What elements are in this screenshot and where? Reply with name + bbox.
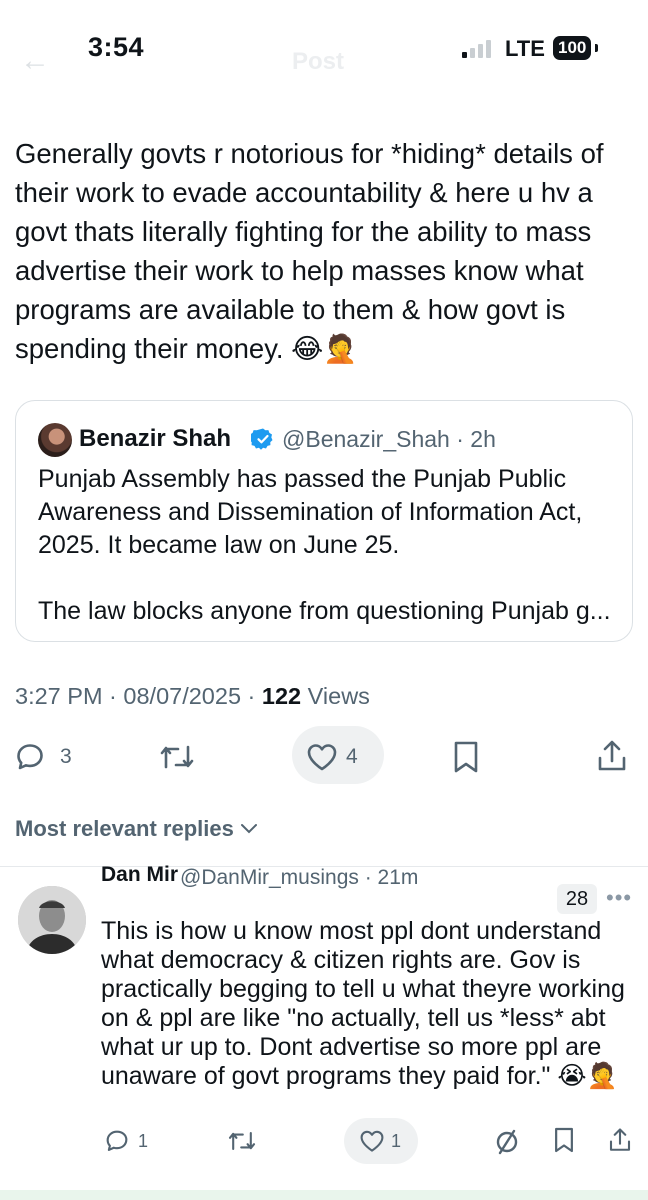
- chevron-down-icon: [240, 824, 257, 834]
- like-button[interactable]: 4: [306, 742, 358, 772]
- quoted-author-handle: @Benazir_Shah · 2h: [282, 426, 496, 452]
- reply-text: This is how u know most ppl dont underst…: [101, 917, 625, 1090]
- page-title: Post: [292, 48, 345, 75]
- bookmark-icon: [555, 1127, 573, 1153]
- reply-views-button[interactable]: [494, 1127, 520, 1155]
- bookmark-button[interactable]: [452, 740, 480, 774]
- status-time: 3:54: [88, 32, 145, 62]
- reply-retweet-button[interactable]: [226, 1128, 258, 1154]
- retweet-icon: [228, 1131, 256, 1151]
- status-bar: ← Post 3:54 LTE 100: [0, 0, 648, 98]
- more-options-icon[interactable]: •••: [606, 885, 632, 911]
- tweet-meta: 3:27 PM · 08/07/2025 · 122 Views: [15, 683, 370, 710]
- views-count: 122: [261, 683, 302, 709]
- reply-author-avatar[interactable]: [18, 886, 86, 954]
- back-arrow-icon[interactable]: ←: [20, 44, 50, 78]
- battery-icon: 100: [553, 36, 592, 60]
- heart-icon: [307, 744, 337, 771]
- reply-author-name[interactable]: Dan Mir: [101, 862, 178, 888]
- replies-sort-dropdown[interactable]: Most relevant replies: [15, 816, 258, 842]
- share-button[interactable]: [596, 739, 628, 773]
- verified-badge-icon: [251, 428, 273, 450]
- quoted-tweet-card[interactable]: Benazir Shah @Benazir_Shah · 2h Punjab A…: [15, 400, 633, 642]
- tweet-text: Generally govts r notorious for *hiding*…: [15, 138, 612, 364]
- quoted-author-name[interactable]: Benazir Shah: [79, 425, 231, 453]
- reply-reply-button[interactable]: 1: [104, 1128, 148, 1154]
- bookmark-icon: [454, 741, 478, 773]
- share-icon: [609, 1128, 631, 1151]
- avatar-portrait-icon: [18, 886, 86, 954]
- reply-icon: [106, 1130, 128, 1151]
- reply-count-badge: 28: [557, 884, 597, 914]
- retweet-icon: [160, 745, 194, 769]
- reply-like-count: 1: [391, 1130, 402, 1151]
- tweet-timestamp: 3:27 PM · 08/07/2025 ·: [15, 683, 262, 709]
- reply-count: 3: [60, 745, 72, 768]
- battery-tip: [595, 44, 598, 52]
- quoted-text-paragraph-2: The law blocks anyone from questioning P…: [38, 597, 611, 625]
- reply-author-handle: @DanMir_musings · 21m: [180, 866, 419, 889]
- reply-share-button[interactable]: [608, 1126, 632, 1154]
- replies-sort-label: Most relevant replies: [15, 816, 234, 841]
- views-disabled-icon: [496, 1129, 518, 1155]
- like-count: 4: [346, 745, 358, 768]
- quoted-text-paragraph-1: Punjab Assembly has passed the Punjab Pu…: [38, 465, 590, 559]
- views-label: Views: [301, 683, 370, 709]
- reply-bookmark-button[interactable]: [553, 1126, 575, 1154]
- reply-button[interactable]: 3: [14, 741, 72, 773]
- retweet-button[interactable]: [157, 741, 197, 773]
- reply-icon: [17, 744, 43, 770]
- network-label: LTE: [505, 36, 545, 61]
- heart-icon: [360, 1130, 384, 1152]
- share-icon: [598, 740, 626, 771]
- bottom-banner-edge: [0, 1190, 648, 1200]
- quoted-author-avatar[interactable]: [38, 423, 72, 457]
- reply-reply-count: 1: [138, 1130, 149, 1151]
- reply-like-button[interactable]: 1: [359, 1129, 401, 1153]
- signal-icon: [462, 38, 494, 58]
- quoted-tweet-text: Punjab Assembly has passed the Punjab Pu…: [38, 463, 618, 628]
